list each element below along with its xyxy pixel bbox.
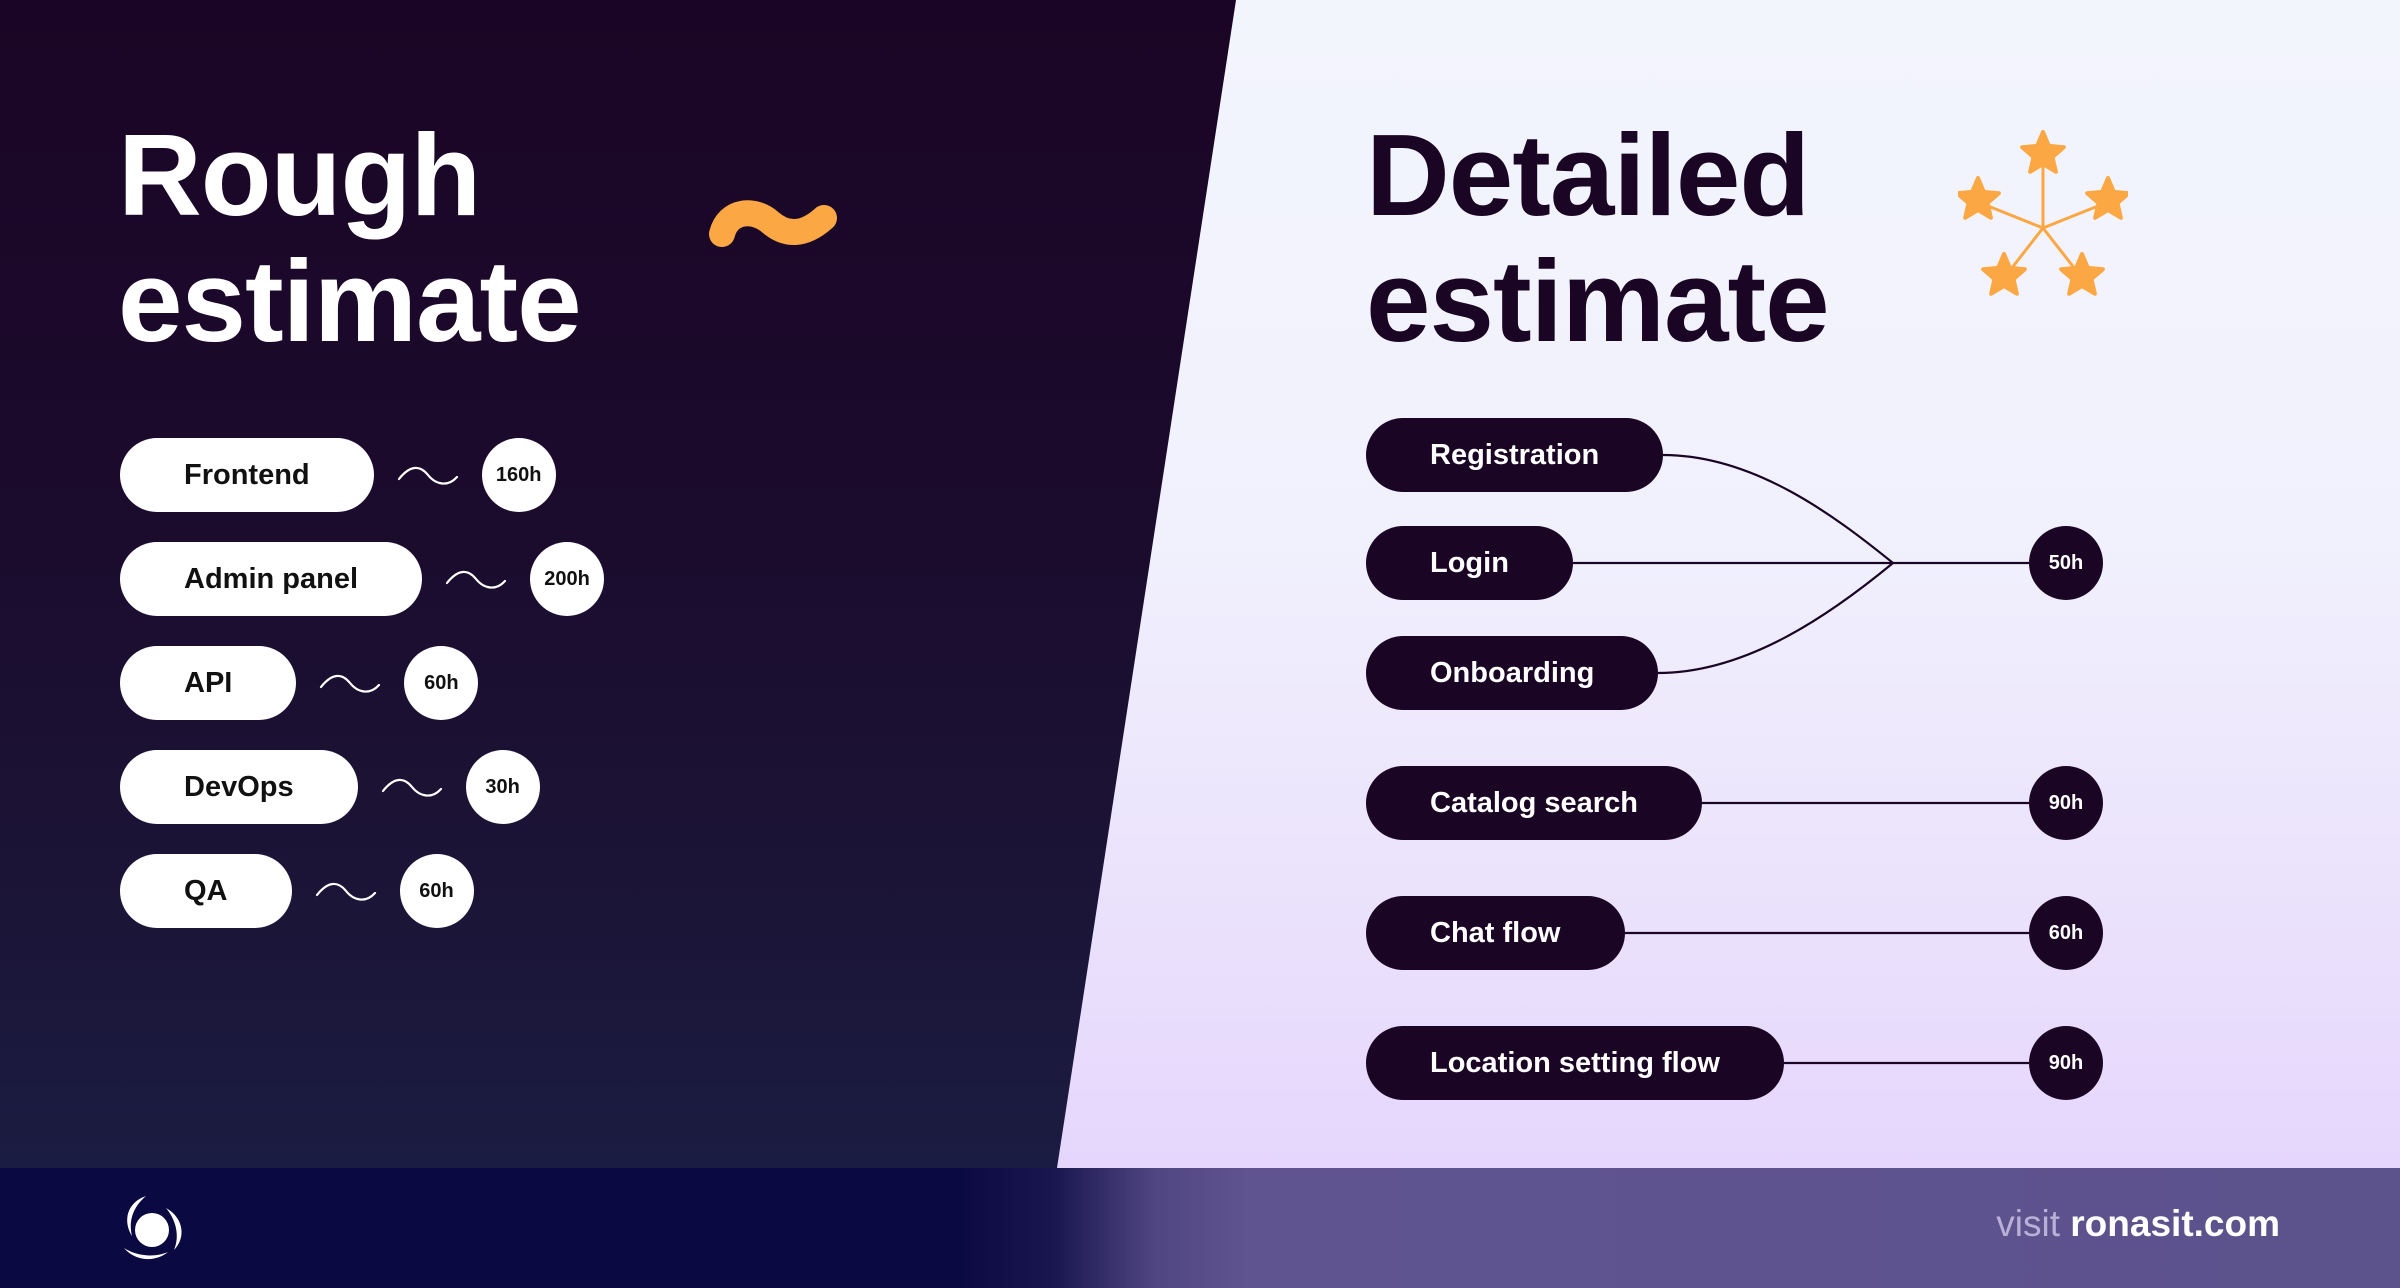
rough-item-row: Frontend 160h: [120, 438, 556, 512]
detailed-item-label[interactable]: Onboarding: [1366, 636, 1659, 710]
detailed-item-label[interactable]: Registration: [1366, 418, 1664, 492]
rough-item-hours: 60h: [399, 854, 474, 928]
rough-title-line1: Rough: [118, 110, 481, 240]
star-icon: [1958, 176, 2001, 220]
detailed-item-label[interactable]: Location setting flow: [1366, 1026, 1784, 1100]
wave-icon: [381, 778, 442, 797]
rough-item-row: DevOps 30h: [120, 750, 540, 824]
detailed-group-hours: 90h: [2029, 1026, 2103, 1100]
wave-icon: [320, 674, 381, 693]
detailed-estimate-title: Detailed estimate: [1366, 110, 1830, 366]
star-icon: [2020, 130, 2066, 174]
rough-estimate-title: Rough estimate: [118, 110, 582, 366]
detailed-item-label[interactable]: Login: [1366, 526, 1573, 600]
rough-item-label[interactable]: DevOps: [120, 750, 358, 824]
footer-domain[interactable]: ronasit.com: [2070, 1203, 2280, 1244]
detailed-item-label[interactable]: Chat flow: [1366, 896, 1625, 970]
detailed-group-hours: 60h: [2029, 896, 2103, 970]
rough-title-line2: estimate: [118, 236, 582, 366]
rough-item-hours: 30h: [465, 750, 540, 824]
tilde-icon: [709, 200, 837, 247]
detailed-group-hours: 50h: [2029, 526, 2103, 600]
rough-item-hours: 60h: [404, 646, 479, 720]
detailed-group-hours: 90h: [2029, 766, 2103, 840]
rough-item-row: API 60h: [120, 646, 479, 720]
footer-visit-label: visit: [1996, 1203, 2060, 1244]
rough-item-label[interactable]: QA: [120, 854, 292, 928]
detailed-title-line2: estimate: [1366, 236, 1830, 366]
ronas-it-logo-icon[interactable]: [116, 1190, 188, 1264]
rough-item-row: Admin panel 200h: [120, 542, 605, 616]
wave-icon: [315, 882, 376, 901]
wave-icon: [445, 570, 507, 589]
rough-item-label[interactable]: API: [120, 646, 297, 720]
stars-network-icon: [1958, 130, 2128, 296]
rough-item-row: QA 60h: [120, 854, 474, 928]
rough-item-label[interactable]: Frontend: [120, 438, 374, 512]
rough-item-hours: 160h: [481, 438, 556, 512]
rough-item-label[interactable]: Admin panel: [120, 542, 423, 616]
wave-icon: [397, 466, 458, 485]
footer-website-link[interactable]: visit ronasit.com: [1996, 1202, 2280, 1246]
star-icon: [2085, 176, 2128, 220]
detailed-item-label[interactable]: Catalog search: [1366, 766, 1702, 840]
detailed-title-line1: Detailed: [1366, 110, 1810, 240]
rough-item-hours: 200h: [530, 542, 605, 616]
